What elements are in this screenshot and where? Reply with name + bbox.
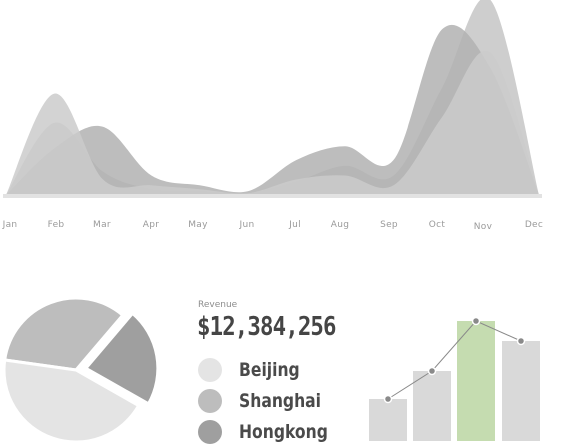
bar-1 [369, 399, 407, 441]
bar-4 [502, 341, 540, 441]
month-label-feb: Feb [48, 220, 65, 230]
month-label-jan: Jan [2, 220, 18, 230]
trend-point-2 [427, 366, 437, 376]
bar-2 [413, 371, 451, 441]
legend-swatch-shanghai [198, 389, 222, 413]
legend-label-shanghai: Shanghai [239, 390, 322, 412]
x-axis-labels: Jan Feb Mar Apr May Jun Jul Aug Sep Oct Nov Dec [2, 220, 543, 232]
month-label-aug: Aug [331, 220, 349, 230]
trend-point-3 [471, 316, 481, 326]
legend-item-shanghai: Shanghai [198, 388, 339, 414]
legend-item-beijing: Beijing [198, 357, 313, 383]
month-label-apr: Apr [143, 220, 159, 230]
month-label-dec: Dec [525, 220, 543, 230]
revenue-value: $12,384,256 [197, 312, 336, 342]
month-label-oct: Oct [429, 220, 446, 230]
revenue-label: Revenue [198, 300, 238, 310]
trend-line [387, 320, 522, 400]
area-series-group [6, 0, 539, 196]
legend-label-beijing: Beijing [239, 359, 300, 381]
month-label-may: May [188, 220, 208, 230]
pie-chart [2, 296, 160, 444]
trend-point-4 [516, 336, 526, 346]
month-label-jul: Jul [288, 220, 301, 230]
legend-swatch-hongkong [198, 420, 222, 444]
area-baseline [3, 194, 542, 198]
bar-chart [369, 316, 540, 441]
legend-swatch-beijing [198, 358, 222, 382]
bar-3 [457, 321, 495, 441]
legend-label-hongkong: Hongkong [239, 421, 328, 443]
area-chart: Jan Feb Mar Apr May Jun Jul Aug Sep Oct Nov Dec [2, 0, 543, 232]
month-label-sep: Sep [380, 220, 398, 230]
trend-point-1 [383, 394, 393, 404]
legend-item-hongkong: Hongkong [198, 419, 347, 445]
month-label-mar: Mar [93, 220, 111, 230]
month-label-nov: Nov [474, 222, 493, 232]
month-label-jun: Jun [239, 220, 255, 230]
